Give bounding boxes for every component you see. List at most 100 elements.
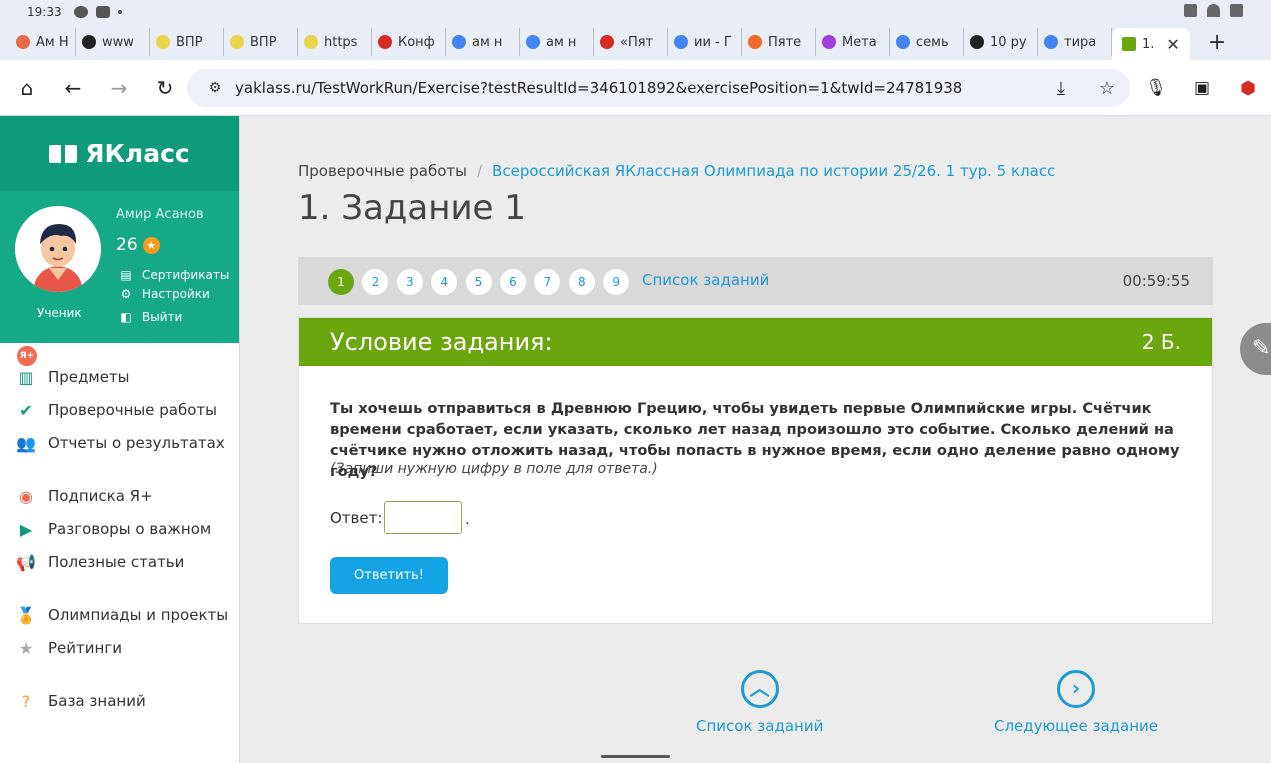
tab-favicon-icon — [82, 35, 96, 49]
reload-icon[interactable]: ↻ — [142, 76, 188, 100]
certificate-icon: ▤ — [120, 268, 132, 282]
question-number-9[interactable]: 9 — [603, 269, 630, 295]
close-tab-icon[interactable]: ✕ — [1166, 35, 1179, 54]
home-icon[interactable]: ⌂ — [4, 76, 50, 100]
new-tab-icon[interactable]: + — [1208, 30, 1226, 55]
bookmark-star-icon[interactable]: ☆ — [1084, 78, 1130, 99]
task-header: Условие задания: 2 Б. — [299, 318, 1212, 366]
tab-favicon-icon — [230, 35, 244, 49]
wifi-icon — [1207, 4, 1220, 17]
tab-title: https — [324, 34, 358, 50]
edit-pencil-icon[interactable]: ✎ — [1240, 323, 1271, 375]
user-points: 26 ★ — [116, 235, 160, 255]
browser-tab[interactable]: 10 ру — [964, 28, 1038, 56]
logo[interactable]: ЯКласс — [0, 116, 239, 191]
user-role: Ученик — [37, 306, 82, 320]
tab-title: ам н — [546, 34, 577, 50]
sidebar: ЯКласс Я+ Ученик Амир Асанов 26 ★ ▤ Серт… — [0, 116, 240, 763]
browser-tab[interactable]: ам н — [446, 28, 520, 56]
question-number-8[interactable]: 8 — [568, 269, 595, 295]
question-number-6[interactable]: 6 — [500, 269, 526, 295]
browser-tab[interactable]: семь — [890, 28, 964, 56]
question-number-5[interactable]: 5 — [465, 269, 492, 295]
task-list-link[interactable]: Список заданий — [642, 271, 769, 289]
browser-toolbar: ⌂ ← → ↻ ⚙ yaklass.ru/TestWorkRun/Exercis… — [0, 60, 1271, 116]
address-bar[interactable]: ⚙ yaklass.ru/TestWorkRun/Exercise?testRe… — [187, 69, 1130, 107]
browser-tab[interactable]: https — [298, 28, 372, 56]
sidebar-item-subjects[interactable]: ▥ Предметы — [15, 366, 129, 388]
browser-tab[interactable]: «Пят — [594, 28, 668, 56]
browser-tab[interactable]: ам н — [520, 28, 594, 56]
tab-title: ам н — [472, 34, 503, 50]
forward-icon[interactable]: → — [96, 76, 142, 100]
download-icon[interactable]: ⤓ — [1038, 78, 1084, 99]
tab-title: www — [102, 34, 134, 50]
back-icon[interactable]: ← — [50, 76, 96, 100]
next-task-label[interactable]: Следующее задание — [994, 717, 1158, 735]
tab-title: Конф — [398, 34, 435, 50]
notification-icon — [73, 6, 88, 18]
sidebar-item-subscription[interactable]: ◉ Подписка Я+ — [15, 485, 153, 507]
browser-tab[interactable]: ВПР — [224, 28, 298, 56]
browser-tab[interactable]: ии - Г — [668, 28, 742, 56]
sidebar-item-tests[interactable]: ✔ Проверочные работы — [15, 399, 217, 421]
tab-title: семь — [916, 34, 949, 50]
url-text[interactable]: yaklass.ru/TestWorkRun/Exercise?testResu… — [235, 79, 962, 97]
browser-tab[interactable]: Конф — [372, 28, 446, 56]
vibrate-icon — [1184, 4, 1197, 17]
megaphone-icon: 📢 — [16, 552, 36, 572]
question-number-2[interactable]: 2 — [362, 269, 389, 295]
settings-link[interactable]: ⚙ Настройки — [117, 287, 210, 301]
question-number-3[interactable]: 3 — [396, 269, 423, 295]
question-nav-bar: 123456789 Список заданий 00:59:55 — [298, 257, 1213, 305]
chevron-up-icon[interactable]: ︿ — [740, 670, 779, 708]
browser-tab[interactable]: Пяте — [742, 28, 816, 56]
breadcrumb-separator: / — [476, 162, 483, 180]
browser-tab[interactable]: ВПР — [150, 28, 224, 56]
sidebar-item-talks[interactable]: ▶ Разговоры о важном — [15, 518, 211, 540]
gesture-home-bar[interactable] — [601, 755, 670, 758]
browser-tab[interactable]: Мета — [816, 28, 890, 56]
certificates-link[interactable]: ▤ Сертификаты — [117, 268, 229, 282]
tab-favicon-icon — [748, 35, 762, 49]
logout-link[interactable]: ◧ Выйти — [117, 310, 182, 324]
tab-switcher-icon[interactable]: ▣ — [1179, 78, 1225, 98]
avatar[interactable] — [15, 206, 101, 292]
next-task[interactable]: › Следующее задание — [994, 670, 1158, 735]
site-settings-icon[interactable]: ⚙ — [195, 80, 235, 96]
users-icon: 👥 — [16, 433, 36, 453]
tab-title: ВПР — [250, 34, 277, 50]
browser-tab-active[interactable]: 1. ✕ — [1112, 28, 1190, 60]
browser-tab[interactable]: Ам Н — [10, 28, 76, 56]
tab-favicon-icon — [156, 35, 170, 49]
sidebar-item-olympiads[interactable]: 🏅 Олимпиады и проекты — [15, 604, 228, 626]
sidebar-item-reports[interactable]: 👥 Отчеты о результатах — [15, 432, 225, 454]
sidebar-item-ratings[interactable]: ★ Рейтинги — [15, 637, 122, 659]
points-value: 26 — [116, 235, 138, 255]
extension-icon[interactable]: ⬢ — [1225, 78, 1271, 99]
tab-favicon-icon — [674, 35, 688, 49]
question-number-1[interactable]: 1 — [328, 269, 354, 295]
browser-tab[interactable]: тира — [1038, 28, 1112, 56]
browser-tab[interactable]: www — [76, 28, 150, 56]
tab-favicon-icon — [1044, 35, 1058, 49]
question-number-7[interactable]: 7 — [534, 269, 561, 295]
bottom-task-list[interactable]: ︿ Список заданий — [696, 670, 823, 735]
chevron-right-icon[interactable]: › — [1057, 670, 1096, 708]
submit-answer-button[interactable]: Ответить! — [330, 557, 448, 594]
microphone-icon[interactable]: 🎙 — [1133, 78, 1179, 98]
subscription-badge: Я+ — [15, 344, 39, 368]
tab-title: Мета — [842, 34, 877, 50]
user-name: Амир Асанов — [116, 207, 204, 222]
answer-input[interactable] — [384, 501, 462, 534]
question-number-4[interactable]: 4 — [431, 269, 458, 295]
sidebar-item-articles[interactable]: 📢 Полезные статьи — [15, 551, 184, 573]
breadcrumb-root[interactable]: Проверочные работы — [298, 162, 467, 180]
breadcrumb-current[interactable]: Всероссийская ЯКлассная Олимпиада по ист… — [492, 162, 1055, 180]
tab-title: ВПР — [176, 34, 203, 50]
avatar-image — [15, 206, 101, 292]
sidebar-item-knowledge-base[interactable]: ? База знаний — [15, 690, 146, 712]
question-icon: ? — [21, 691, 31, 711]
tab-favicon-icon — [896, 35, 910, 49]
bottom-task-list-label[interactable]: Список заданий — [696, 717, 823, 735]
